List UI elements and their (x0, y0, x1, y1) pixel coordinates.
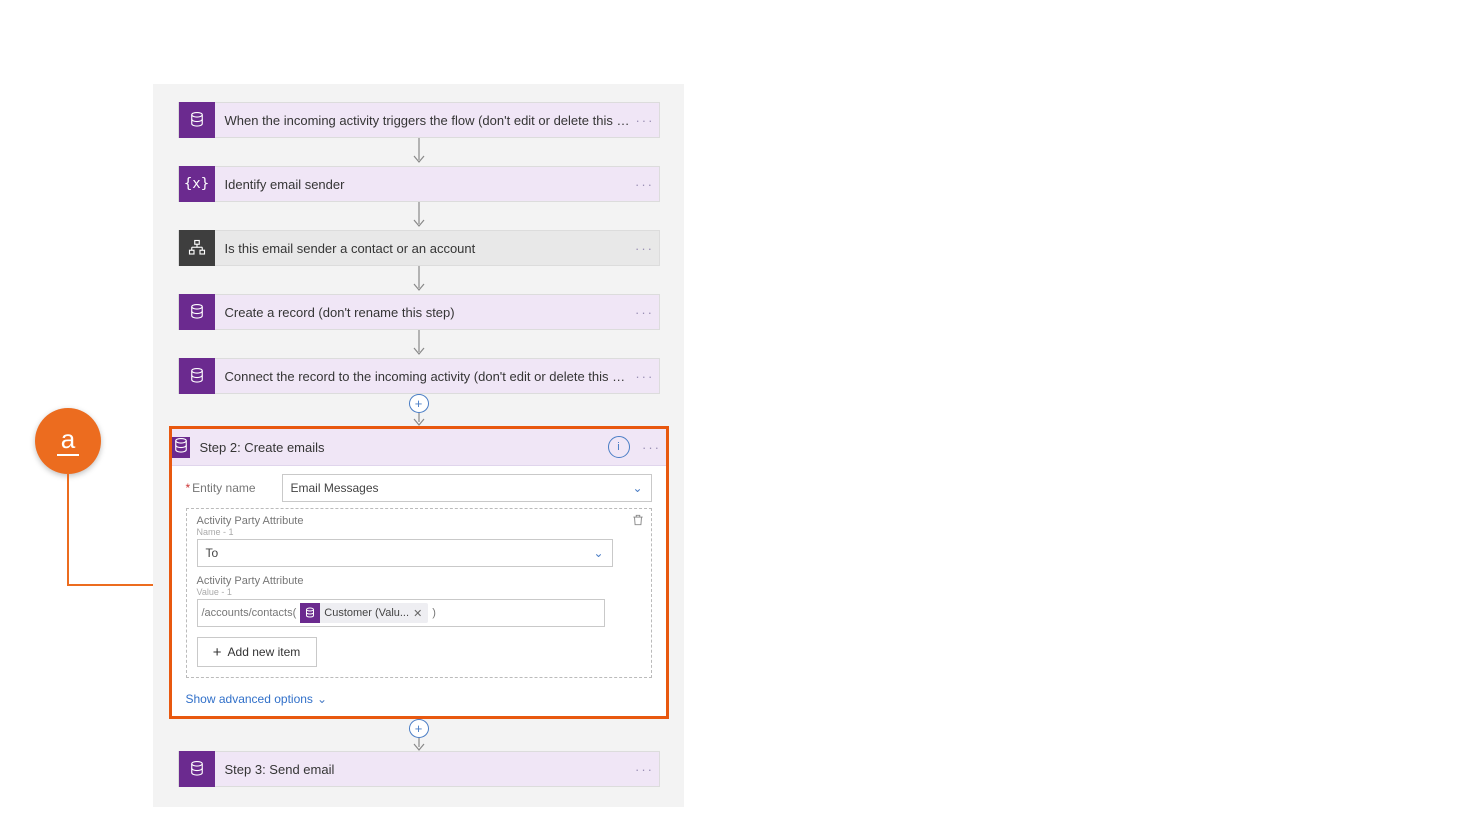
entity-name-label: *Entity name (186, 481, 282, 495)
attr-value-prefix: /accounts/contacts( (202, 607, 297, 619)
database-icon (300, 603, 320, 623)
step-connect-record-menu[interactable]: ··· (631, 369, 658, 384)
connector-arrow (411, 266, 427, 294)
show-advanced-options[interactable]: Show advanced options ⌄ (186, 692, 652, 706)
insert-step-button[interactable]: + (409, 719, 429, 738)
attr-value-input[interactable]: /accounts/contacts( Customer (Valu... ✕ (197, 599, 605, 627)
connector-arrow (411, 202, 427, 230)
step-create-record-label: Create a record (don't rename this step) (215, 305, 631, 320)
token-remove-button[interactable]: ✕ (413, 607, 422, 620)
attr-value-suffix: ) (432, 607, 436, 619)
database-icon (179, 358, 215, 394)
entity-name-select[interactable]: Email Messages ⌄ (282, 474, 652, 502)
entity-name-value: Email Messages (291, 481, 379, 495)
plus-icon: + (213, 644, 222, 661)
step-create-record[interactable]: Create a record (don't rename this step)… (178, 294, 660, 330)
condition-icon (179, 230, 215, 266)
annotation-badge-underline (57, 454, 79, 456)
entity-name-row: *Entity name Email Messages ⌄ (186, 474, 652, 502)
attr-name-sublabel: Name - 1 (197, 527, 641, 537)
step3-send-email[interactable]: Step 3: Send email ··· (178, 751, 660, 787)
step-trigger-menu[interactable]: ··· (631, 113, 658, 128)
attr-value-sublabel: Value - 1 (197, 587, 641, 597)
show-advanced-options-label: Show advanced options (186, 692, 313, 706)
database-icon (172, 437, 190, 458)
step2-header[interactable]: Step 2: Create emails i ··· (172, 429, 666, 466)
insert-step-bottom: + (409, 719, 429, 751)
add-new-item-button[interactable]: + Add new item (197, 637, 317, 667)
annotation-badge-a: a (35, 408, 101, 474)
dynamic-token-customer[interactable]: Customer (Valu... ✕ (300, 603, 428, 623)
step2-title: Step 2: Create emails (190, 440, 608, 455)
step2-create-emails-card: Step 2: Create emails i ··· *Entity name… (169, 426, 669, 719)
delete-item-button[interactable] (629, 511, 647, 529)
attr-name-label: Activity Party Attribute (197, 515, 641, 527)
dynamic-token-label: Customer (Valu... (324, 607, 409, 619)
database-icon (179, 294, 215, 330)
connector-arrow (411, 330, 427, 358)
activity-party-group: Activity Party Attribute Name - 1 To ⌄ A… (186, 508, 652, 678)
step-trigger-label: When the incoming activity triggers the … (215, 113, 632, 128)
insert-step-top: + (409, 394, 429, 426)
annotation-connector-vertical (67, 474, 69, 586)
step-connect-record[interactable]: Connect the record to the incoming activ… (178, 358, 660, 394)
attr-name-value: To (206, 546, 219, 560)
attr-name-select[interactable]: To ⌄ (197, 539, 613, 567)
step3-label: Step 3: Send email (215, 762, 631, 777)
step-branch[interactable]: Is this email sender a contact or an acc… (178, 230, 660, 266)
step-branch-label: Is this email sender a contact or an acc… (215, 241, 631, 256)
step-identify-menu[interactable]: ··· (631, 177, 659, 192)
info-icon[interactable]: i (608, 436, 630, 458)
database-icon (179, 102, 215, 138)
insert-step-button[interactable]: + (409, 394, 429, 413)
chevron-down-icon: ⌄ (632, 481, 642, 495)
step-trigger[interactable]: When the incoming activity triggers the … (178, 102, 660, 138)
annotation-badge-letter: a (61, 424, 75, 455)
step-branch-menu[interactable]: ··· (631, 241, 659, 256)
variable-icon: {x} (179, 166, 215, 202)
chevron-down-icon: ⌄ (593, 546, 603, 560)
step-identify[interactable]: {x} Identify email sender ··· (178, 166, 660, 202)
step-connect-record-label: Connect the record to the incoming activ… (215, 369, 632, 384)
add-new-item-label: Add new item (228, 645, 301, 659)
step-identify-label: Identify email sender (215, 177, 631, 192)
step-create-record-menu[interactable]: ··· (631, 305, 659, 320)
connector-arrow (411, 138, 427, 166)
attr-value-label: Activity Party Attribute (197, 575, 641, 587)
step2-menu[interactable]: ··· (638, 440, 666, 455)
flow-canvas: When the incoming activity triggers the … (153, 84, 684, 807)
step3-menu[interactable]: ··· (631, 762, 659, 777)
chevron-down-icon: ⌄ (317, 692, 327, 706)
database-icon (179, 751, 215, 787)
